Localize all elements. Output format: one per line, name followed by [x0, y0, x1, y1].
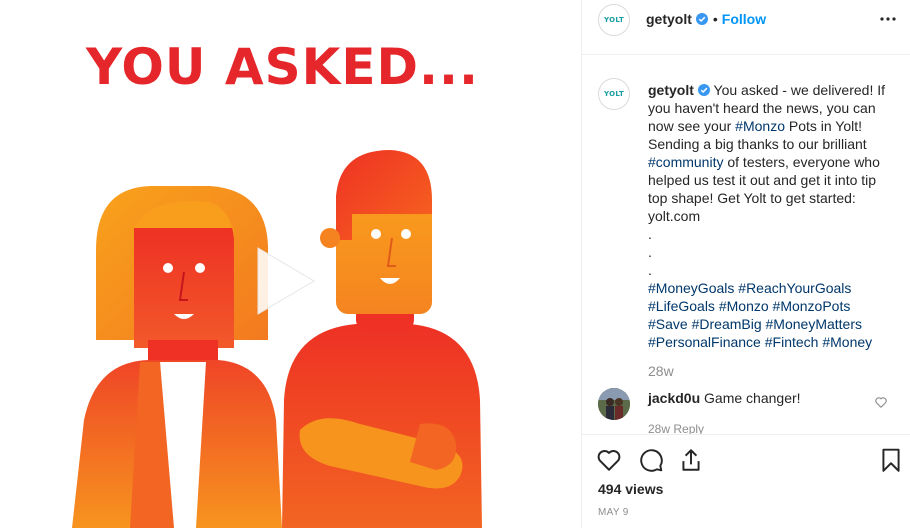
heart-outline-icon[interactable]: [874, 395, 888, 409]
view-count[interactable]: 494 views: [598, 481, 663, 497]
heart-icon[interactable]: [596, 447, 622, 473]
hashtag-link[interactable]: #Monzo: [719, 298, 769, 314]
header-user: getyolt • Follow: [646, 11, 766, 27]
caption-dot: .: [648, 244, 652, 260]
caption-timestamp[interactable]: 28w: [648, 363, 674, 379]
caption-username[interactable]: getyolt: [648, 82, 694, 98]
bookmark-icon[interactable]: [878, 447, 904, 473]
caption-avatar[interactable]: YOLT: [598, 78, 630, 110]
comment-username[interactable]: jackd0u: [648, 390, 700, 406]
hashtag-link[interactable]: #DreamBig: [692, 316, 762, 332]
hashtag-link[interactable]: #MonzoPots: [773, 298, 851, 314]
hashtag-link[interactable]: #community: [648, 154, 723, 170]
avatar-photo: [598, 388, 630, 420]
comment-meta: 28w Reply: [648, 422, 705, 434]
follow-button[interactable]: Follow: [722, 11, 766, 27]
man-figure: [282, 150, 482, 528]
hashtag-line: #Save #DreamBig #MoneyMatters: [648, 315, 898, 333]
post-caption: getyolt You asked - we delivered! If you…: [648, 81, 898, 351]
hashtag-link[interactable]: #MoneyGoals: [648, 280, 734, 296]
play-icon[interactable]: [246, 244, 320, 318]
post-header: YOLT getyolt • Follow: [582, 0, 910, 55]
comment-avatar[interactable]: [598, 388, 630, 420]
hashtag-line: #MoneyGoals #ReachYourGoals: [648, 279, 898, 297]
hashtag-link[interactable]: #LifeGoals: [648, 298, 715, 314]
post-date[interactable]: MAY 9: [598, 507, 629, 518]
comment-icon[interactable]: [638, 447, 664, 473]
verified-badge-icon: [695, 13, 708, 25]
more-options-icon[interactable]: [879, 14, 897, 24]
comments-list[interactable]: YOLT getyolt You asked - we delivered! I…: [582, 56, 910, 434]
separator-dot: •: [712, 11, 718, 27]
hashtag-link[interactable]: #Save: [648, 316, 688, 332]
hashtag-link[interactable]: #ReachYourGoals: [738, 280, 851, 296]
post-media[interactable]: YOU ASKED...: [0, 0, 581, 528]
media-headline: YOU ASKED...: [86, 38, 480, 96]
caption-dot: .: [648, 262, 652, 278]
username-link[interactable]: getyolt: [646, 11, 692, 27]
caption-dot: .: [648, 226, 652, 242]
avatar[interactable]: YOLT: [598, 4, 630, 36]
comment-body: Game changer!: [704, 390, 801, 406]
share-icon[interactable]: [678, 447, 704, 473]
post-side-panel: YOLT getyolt • Follow YOLT getyolt You a…: [581, 0, 910, 528]
woman-figure: [72, 186, 282, 528]
hashtag-link[interactable]: #PersonalFinance: [648, 334, 761, 350]
hashtag-link[interactable]: #Monzo: [735, 118, 785, 134]
hashtag-line: #PersonalFinance #Fintech #Money: [648, 333, 898, 351]
hashtag-link[interactable]: #Money: [822, 334, 872, 350]
comment: jackd0u Game changer!: [648, 389, 801, 407]
verified-badge-icon: [697, 84, 710, 96]
hashtag-link[interactable]: #Fintech: [765, 334, 819, 350]
post-actions: 494 views MAY 9: [582, 434, 910, 528]
hashtag-link[interactable]: #MoneyMatters: [766, 316, 862, 332]
hashtag-line: #LifeGoals #Monzo #MonzoPots: [648, 297, 898, 315]
